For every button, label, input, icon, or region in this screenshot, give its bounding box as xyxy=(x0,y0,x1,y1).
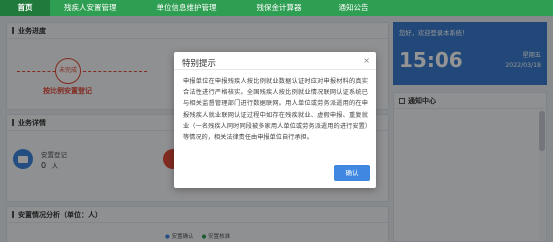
dialog-divider xyxy=(174,69,376,70)
nav-home[interactable]: 首页 xyxy=(0,0,50,16)
nav-fee-calculator[interactable]: 残保金计算器 xyxy=(257,0,302,16)
dialog-title: 特别提示 xyxy=(182,59,217,69)
nav-notices[interactable]: 通知公告 xyxy=(339,0,369,16)
confirm-button[interactable]: 确认 xyxy=(334,165,370,181)
top-nav: 首页 残疾人安置管理 单位信息维护管理 残保金计算器 通知公告 xyxy=(0,0,553,16)
dialog-body: 申报单位在申报残疾人按比例就业数据认证时应对申报材料的真实合法性进行严格核实。全… xyxy=(183,78,368,142)
close-icon[interactable]: × xyxy=(363,56,370,65)
nav-disabled-placement[interactable]: 残疾人安置管理 xyxy=(64,0,117,16)
nav-unit-info[interactable]: 单位信息维护管理 xyxy=(157,0,217,16)
special-notice-dialog: 特别提示 × 申报单位在申报残疾人按比例就业数据认证时应对申报材料的真实合法性进… xyxy=(174,52,376,188)
